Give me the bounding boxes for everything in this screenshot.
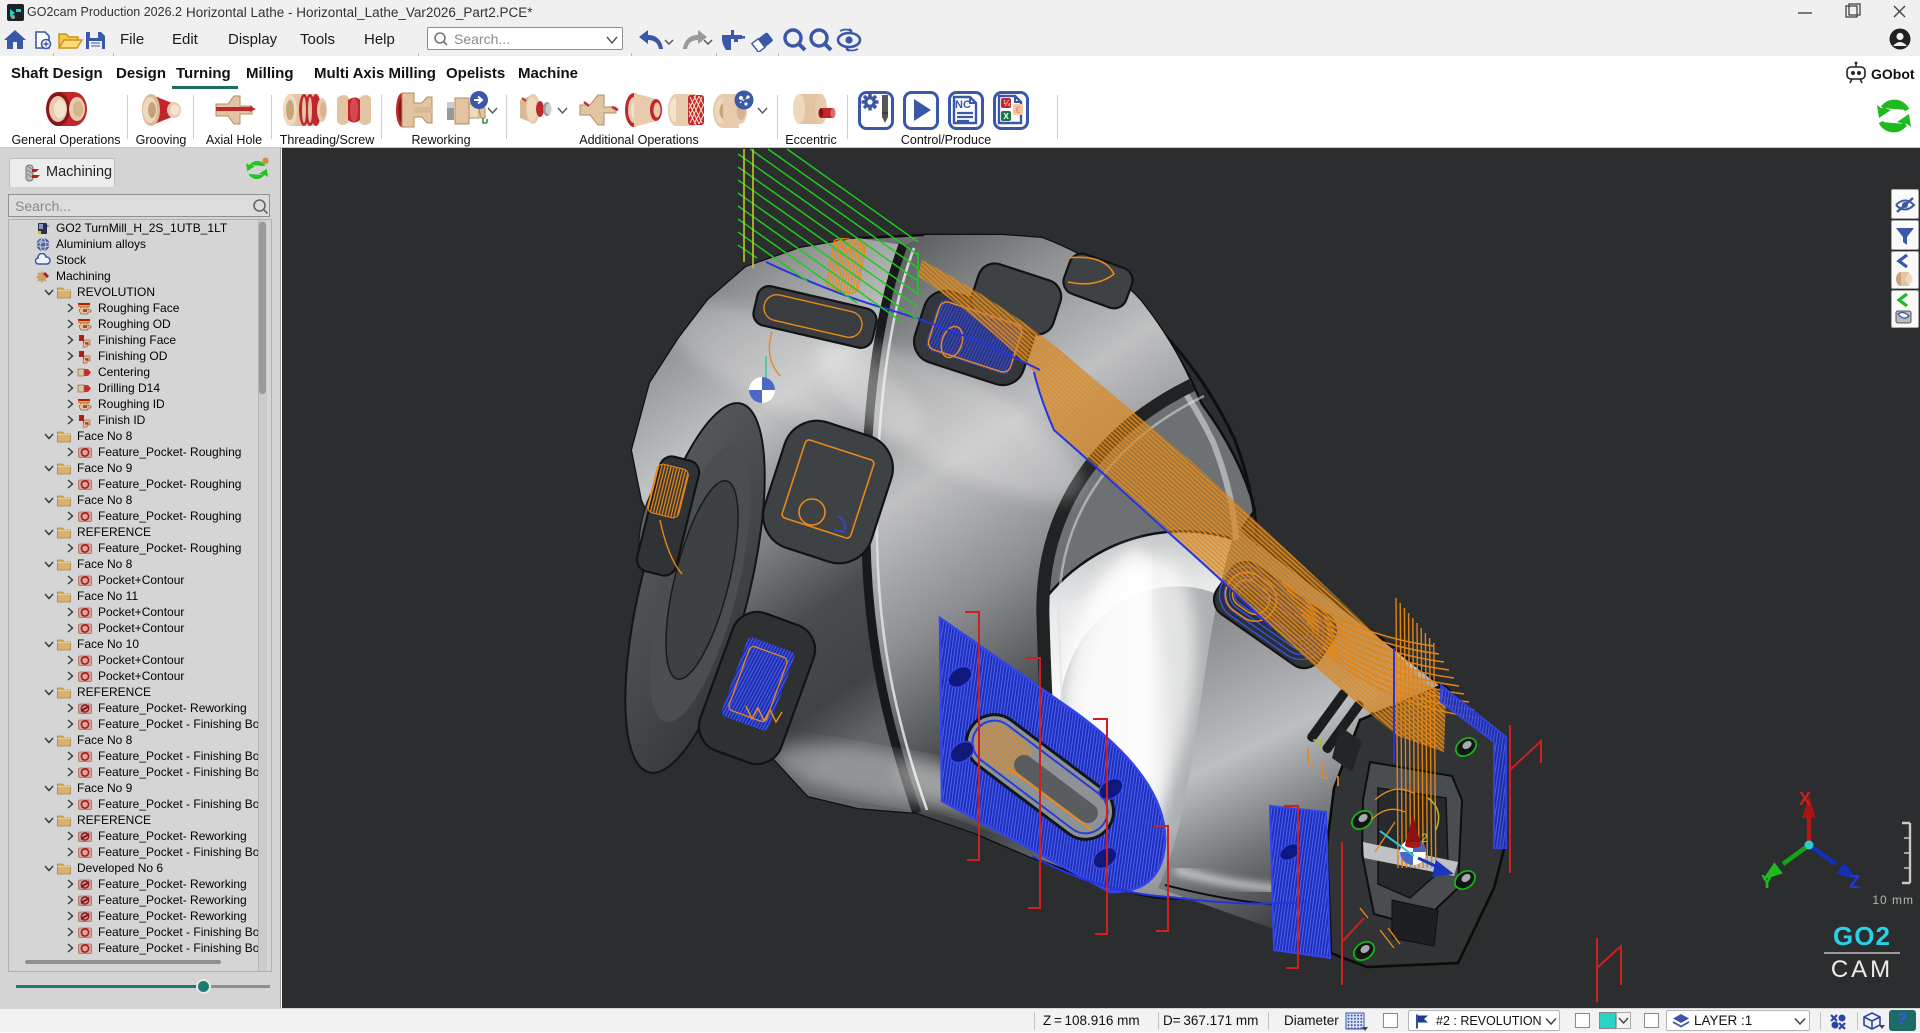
- svg-text:NC: NC: [955, 99, 971, 111]
- svg-text:2: 2: [1421, 831, 1428, 845]
- svg-text:X: X: [1799, 790, 1811, 809]
- svg-text:¼: ¼: [1004, 99, 1011, 108]
- svg-text:X: X: [1004, 112, 1010, 121]
- svg-text:Z: Z: [1849, 872, 1860, 892]
- svg-text:Y: Y: [1761, 872, 1773, 892]
- svg-text:€: €: [1016, 105, 1021, 115]
